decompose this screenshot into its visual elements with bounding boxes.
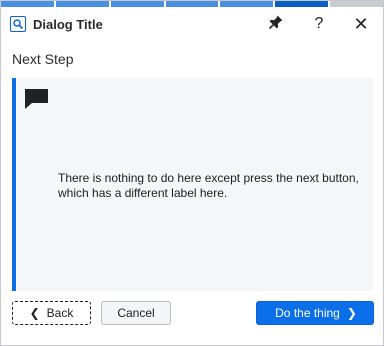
step-heading: Next Step xyxy=(12,51,74,67)
help-button[interactable]: ? xyxy=(302,7,336,41)
help-icon: ? xyxy=(314,15,324,32)
title-bar: Dialog Title ? ✕ xyxy=(1,7,383,41)
chevron-left-icon: ❮ xyxy=(29,306,40,320)
cancel-button[interactable]: Cancel xyxy=(101,301,171,325)
dialog-title: Dialog Title xyxy=(33,16,103,32)
content-accent-bar xyxy=(12,78,16,291)
step-content-panel: There is nothing to do here except press… xyxy=(12,78,373,291)
next-button-label: Do the thing xyxy=(275,306,340,320)
close-button[interactable]: ✕ xyxy=(344,7,378,41)
wizard-dialog: Dialog Title ? ✕ Next Step There is noth… xyxy=(0,0,384,346)
comment-icon xyxy=(24,88,50,110)
pin-icon xyxy=(268,14,284,35)
back-button-label: Back xyxy=(46,306,74,320)
back-button[interactable]: ❮ Back xyxy=(12,301,91,325)
close-icon: ✕ xyxy=(353,13,369,34)
cancel-button-label: Cancel xyxy=(117,306,155,320)
step-message: There is nothing to do here except press… xyxy=(58,171,359,200)
pin-button[interactable] xyxy=(259,7,293,41)
next-button[interactable]: Do the thing ❯ xyxy=(256,301,374,325)
chevron-right-icon: ❯ xyxy=(346,306,357,320)
search-icon xyxy=(10,16,26,32)
